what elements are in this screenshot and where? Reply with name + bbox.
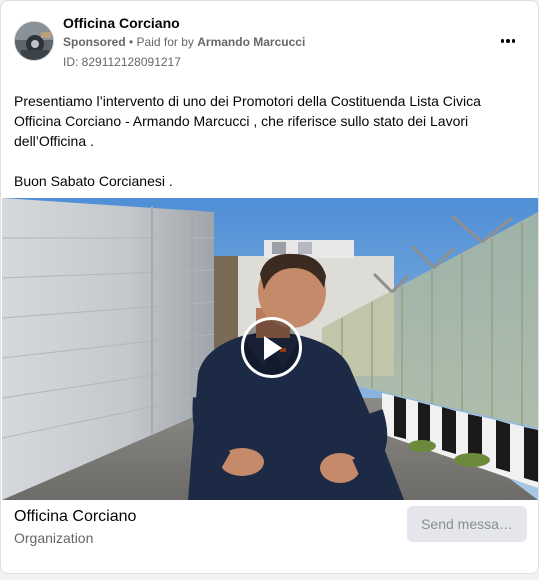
meta-separator: • bbox=[125, 35, 137, 49]
post-paragraph: Buon Sabato Corcianesi . bbox=[14, 173, 173, 189]
avatar[interactable] bbox=[14, 21, 54, 61]
org-type: Organization bbox=[14, 530, 94, 546]
ad-meta: Sponsored • Paid for by Armando Marcucci bbox=[63, 35, 305, 49]
send-message-button[interactable]: Send messa… bbox=[407, 506, 527, 542]
play-icon[interactable] bbox=[241, 317, 302, 378]
payer-name: Armando Marcucci bbox=[197, 35, 306, 49]
ad-id: ID: 829112128091217 bbox=[63, 55, 181, 69]
sponsored-label: Sponsored bbox=[63, 35, 126, 49]
video-thumbnail[interactable] bbox=[2, 198, 538, 500]
more-icon[interactable] bbox=[496, 33, 520, 49]
post-text: Presentiamo l’intervento di uno dei Prom… bbox=[14, 91, 514, 191]
post-paragraph: Presentiamo l’intervento di uno dei Prom… bbox=[14, 93, 481, 149]
ad-card: Officina Corciano Sponsored • Paid for b… bbox=[0, 0, 539, 574]
org-name[interactable]: Officina Corciano bbox=[14, 508, 136, 526]
paid-for-prefix: Paid for by bbox=[136, 35, 198, 49]
page-name[interactable]: Officina Corciano bbox=[63, 15, 180, 31]
